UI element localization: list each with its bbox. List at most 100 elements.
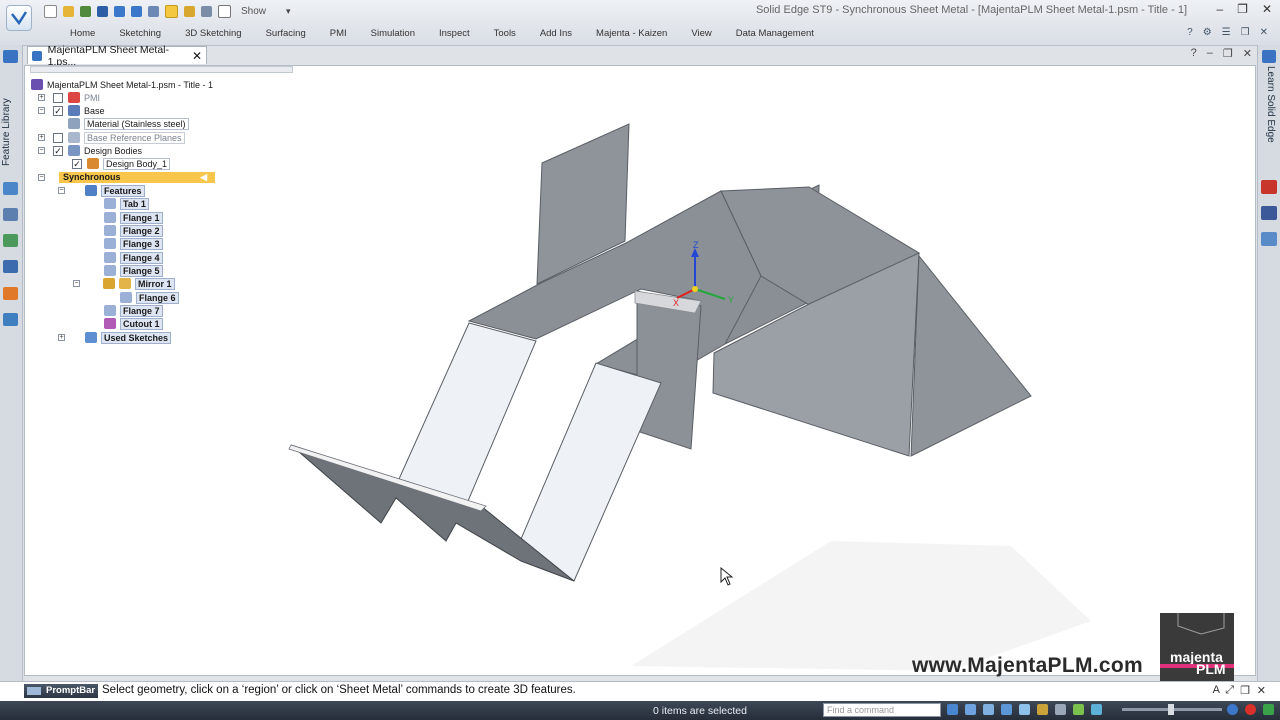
minimize-button[interactable]: ‒ (1216, 2, 1223, 16)
tab-simulation[interactable]: Simulation (359, 27, 427, 41)
tree-item-flange-5[interactable]: Flange 5 (104, 264, 163, 277)
tab-home[interactable]: Home (58, 27, 107, 41)
tree-item-design-bodies[interactable]: − ✓ Design Bodies (38, 144, 142, 157)
options-icon[interactable]: ⚙ (1203, 27, 1212, 38)
pathfinder-splitter[interactable] (30, 66, 293, 73)
upload-icon[interactable] (1263, 704, 1274, 715)
design-body-checkbox[interactable]: ✓ (72, 158, 82, 169)
zoom-icon[interactable] (965, 704, 976, 715)
tree-item-features[interactable]: − Features (58, 184, 145, 197)
tree-item-flange-2[interactable]: Flange 2 (104, 224, 163, 237)
view-cube-icon[interactable] (1172, 596, 1230, 636)
tab-add-ins[interactable]: Add Ins (528, 27, 584, 41)
tree-item-flange-1[interactable]: Flange 1 (104, 211, 163, 224)
triad-origin[interactable] (692, 286, 698, 292)
display-icon[interactable] (3, 260, 18, 273)
prompt-options-icon[interactable]: ⤢ (1225, 684, 1234, 697)
record-icon[interactable] (1245, 704, 1256, 715)
zoom-area-icon[interactable] (947, 704, 958, 715)
tree-item-tab-1[interactable]: Tab 1 (104, 197, 149, 210)
sketch-view-icon[interactable] (1037, 704, 1048, 715)
sensors-icon[interactable] (3, 234, 18, 247)
tab-3d-sketching[interactable]: 3D Sketching (173, 27, 254, 41)
tab-data-management[interactable]: Data Management (724, 27, 826, 41)
tree-item-cutout-1[interactable]: Cutout 1 (104, 317, 163, 330)
tab-inspect[interactable]: Inspect (427, 27, 482, 41)
tree-item-flange-7[interactable]: Flange 7 (104, 304, 163, 317)
design-bodies-checkbox[interactable]: ✓ (53, 145, 63, 156)
close-button[interactable]: ✕ (1262, 2, 1272, 16)
tree-root[interactable]: MajentaPLM Sheet Metal-1.psm - Title - 1 (31, 78, 213, 91)
feature-library-tab[interactable]: Feature Library (1, 66, 19, 166)
tab-tools[interactable]: Tools (482, 27, 528, 41)
tree-item-base-ref-planes[interactable]: + Base Reference Planes (38, 131, 185, 144)
tree-item-base[interactable]: − ✓ Base (38, 104, 105, 117)
expand-icon[interactable]: + (38, 134, 45, 141)
document-tab[interactable]: MajentaPLM Sheet Metal-1.ps... ✕ (27, 44, 207, 68)
community-icon[interactable] (1261, 232, 1277, 246)
command-finder-input[interactable]: Find a command (823, 703, 941, 717)
tree-item-pmi[interactable]: + PMI (38, 91, 100, 104)
doc-minimize-button[interactable]: ‒ (1207, 47, 1213, 60)
youtube-icon[interactable] (1261, 180, 1277, 194)
prompt-restore-icon[interactable]: ❐ (1240, 684, 1250, 697)
flange-bottom-right[interactable] (910, 254, 1032, 457)
facebook-icon[interactable] (1261, 206, 1277, 220)
sheet-metal-part[interactable]: Z X Y (25, 66, 1256, 676)
expand-icon[interactable]: + (38, 94, 45, 101)
leg-left[interactable] (398, 322, 537, 502)
pmi-checkbox[interactable] (53, 92, 63, 103)
design-bodies-label: Design Bodies (84, 145, 143, 156)
tab-sketching[interactable]: Sketching (107, 27, 173, 41)
pan-icon[interactable] (1001, 704, 1012, 715)
feature-library-icon[interactable] (3, 50, 18, 63)
rendering-icon[interactable] (3, 287, 18, 300)
graphics-window[interactable]: Z X Y (24, 65, 1256, 676)
tree-item-flange-4[interactable]: Flange 4 (104, 251, 163, 264)
display-style-icon[interactable] (1091, 704, 1102, 715)
leg-right[interactable] (517, 362, 662, 582)
tree-item-synchronous[interactable]: − Synchronous ◀ (38, 171, 215, 184)
tree-item-material[interactable]: Material (Stainless steel) (68, 117, 189, 130)
restore-button[interactable]: ❐ (1237, 2, 1248, 16)
tab-majenta-kaizen[interactable]: Majenta - Kaizen (584, 27, 679, 41)
tab-view[interactable]: View (679, 27, 723, 41)
tree-item-design-body-1[interactable]: ✓ Design Body_1 (72, 157, 171, 170)
zoom-in-icon[interactable] (1227, 704, 1238, 715)
tree-item-flange-3[interactable]: Flange 3 (104, 237, 163, 250)
collapse-icon[interactable]: − (38, 147, 45, 154)
doc-close-button[interactable]: ✕ (1243, 47, 1252, 60)
tree-item-mirror-1[interactable]: − Mirror 1 (73, 277, 175, 290)
collapse-icon[interactable]: − (58, 187, 65, 194)
rotate-icon[interactable] (1019, 704, 1030, 715)
expand-icon[interactable]: + (58, 334, 65, 341)
close-document-icon[interactable]: ✕ (192, 49, 202, 63)
doc-help-button[interactable]: ? (1191, 47, 1197, 60)
base-checkbox[interactable]: ✓ (53, 105, 63, 116)
tab-pmi[interactable]: PMI (318, 27, 359, 41)
doc-restore-button[interactable]: ❐ (1223, 47, 1233, 60)
collapse-icon[interactable]: − (38, 107, 45, 114)
family-of-parts-icon[interactable] (3, 313, 18, 326)
tree-item-flange-6[interactable]: Flange 6 (120, 291, 179, 304)
restore-icon[interactable]: ❐ (1241, 27, 1250, 38)
view-orientation-icon[interactable] (1055, 704, 1066, 715)
tree-item-used-sketches[interactable]: + Used Sketches (58, 331, 172, 344)
pathfinder-icon[interactable] (3, 182, 18, 195)
help-icon[interactable]: ? (1187, 27, 1193, 38)
collapse-icon[interactable]: − (38, 174, 45, 181)
prompt-fit-icon[interactable]: A (1213, 684, 1220, 696)
prompt-close-icon[interactable]: ✕ (1257, 684, 1266, 697)
close-icon[interactable]: ✕ (1260, 27, 1268, 38)
tab-surfacing[interactable]: Surfacing (254, 27, 318, 41)
shaded-view-icon[interactable] (1073, 704, 1084, 715)
layers-icon[interactable] (3, 208, 18, 221)
list-icon[interactable]: ☰ (1222, 27, 1231, 38)
collapse-icon[interactable]: − (73, 280, 80, 287)
ref-planes-checkbox[interactable] (53, 132, 63, 143)
fit-icon[interactable] (983, 704, 994, 715)
learn-solid-edge-tab[interactable]: Learn Solid Edge (1262, 66, 1276, 166)
flange-center[interactable] (636, 290, 702, 450)
learn-icon[interactable] (1262, 50, 1276, 63)
zoom-slider-thumb[interactable] (1168, 704, 1174, 715)
